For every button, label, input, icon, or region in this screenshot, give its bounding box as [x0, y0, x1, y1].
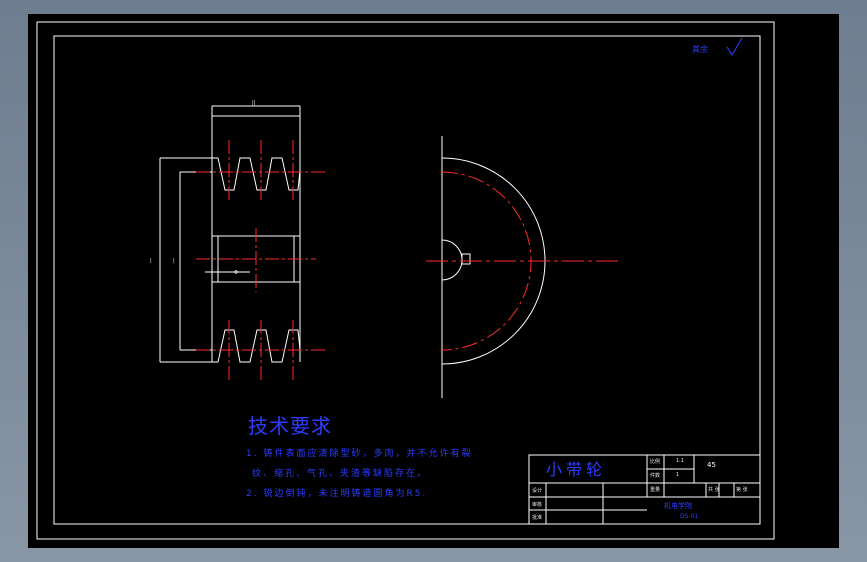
dimension-marks: || | | Φ — [150, 100, 256, 276]
cell-scale-label: 比例 — [650, 459, 661, 465]
row-label-approve: 批准 — [532, 515, 543, 521]
cell-qty-value: 1 — [676, 472, 680, 478]
material: 45 — [707, 461, 716, 469]
school-name: 机电学院 — [664, 502, 692, 510]
cell-qty-label: 件数 — [650, 473, 661, 479]
svg-text:|: | — [173, 258, 175, 264]
cad-canvas: || | | Φ — [36, 21, 775, 540]
svg-text:|: | — [150, 258, 152, 264]
roughness-note: 其余 — [692, 45, 708, 54]
row-label-review: 审核 — [532, 502, 543, 508]
pulley-front-view — [441, 136, 546, 398]
tech-line-2: 纹、缩孔、气孔、夹渣等缺陷存在。 — [252, 469, 429, 479]
pulley-section-view — [159, 105, 301, 363]
front-centerlines — [426, 171, 620, 351]
svg-text:Φ: Φ — [234, 270, 238, 276]
roughness-symbol — [726, 37, 743, 56]
cell-scale-value: 1:1 — [676, 458, 685, 464]
row-label-design: 设计 — [532, 488, 543, 494]
tech-line-3: 2. 锐边倒钝，未注明铸造圆角为R5. — [246, 489, 428, 499]
svg-text:||: || — [252, 100, 256, 106]
drawing-number: DS-01 — [680, 513, 699, 520]
part-name: 小带轮 — [546, 460, 607, 479]
pulley-centerlines — [196, 140, 325, 380]
cell-weight: 重量 — [650, 487, 661, 493]
tech-requirements-title: 技术要求 — [248, 414, 332, 438]
tech-line-1: 1. 铸件表面应清除型砂，多肉，并不允许有裂 — [246, 449, 473, 459]
cell-sheets: 共 张 — [708, 487, 720, 493]
cell-sheet-no: 第 张 — [736, 487, 748, 493]
